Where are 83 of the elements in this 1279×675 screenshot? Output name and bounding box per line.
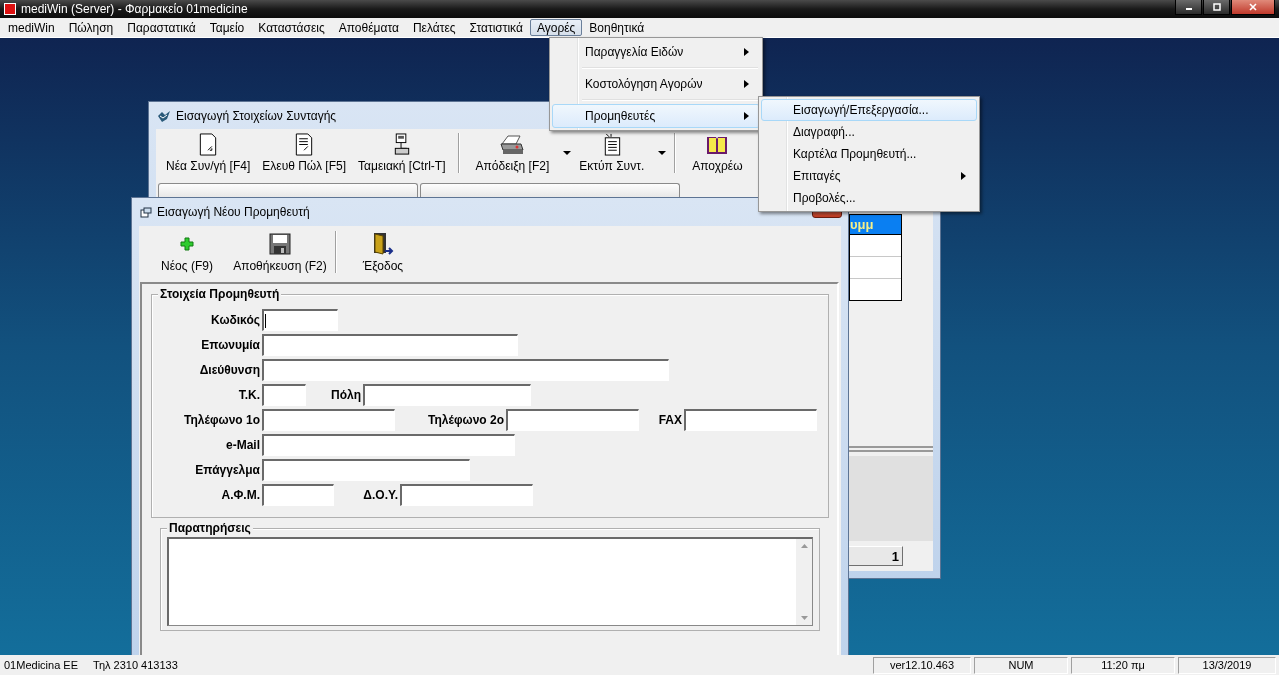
field-label: Επάγγελμα [194,463,261,477]
phone-number: Τηλ 2310 413133 [92,659,178,671]
app-icon [4,3,16,15]
company-name: 01Medicina ΕΕ [3,659,78,671]
document-icon [198,132,219,156]
input-field[interactable] [262,384,306,406]
status-panel: NUM [974,656,1068,674]
dropdown-arrow-icon [658,150,667,155]
close-icon [1249,3,1257,11]
menu-item[interactable]: Προβολές... [761,187,977,209]
menu-item[interactable]: Επιταγές [761,165,977,187]
toolbar-button[interactable]: Απόδειξη [F2] [471,132,572,173]
input-field[interactable] [262,334,518,356]
menu-item[interactable]: Πώληση [61,19,121,36]
input-field[interactable] [262,484,334,506]
toolbar-button[interactable]: Ταμειακή [Ctrl-T] [354,132,450,173]
menu-item[interactable]: Αγορές [529,19,583,36]
toolbar-button[interactable]: Εκτύπ Συντ. [575,132,667,173]
printer-icon [499,133,526,156]
field-label: Α.Φ.Μ. [220,488,261,502]
field-label: Πόλη [330,388,362,402]
menu-item[interactable]: Διαγραφή... [761,121,977,143]
submenu-arrow-icon [744,48,749,56]
input-field[interactable] [684,409,817,431]
input-field[interactable] [506,409,639,431]
maximize-button[interactable] [1203,0,1230,15]
input-field[interactable] [262,434,515,456]
close-button[interactable] [1231,0,1275,15]
menu-item[interactable]: mediWin [1,19,62,36]
menu-item[interactable]: Παραγγελία Ειδών [552,40,760,64]
toolbar-button[interactable]: Έξοδος [349,231,417,273]
status-panel: 11:20 πμ [1071,656,1175,674]
notes-field[interactable] [167,537,813,626]
window-title: Εισαγωγή Νέου Προμηθευτή [157,205,310,219]
document-icon [294,132,315,156]
exit-door-icon [372,232,394,256]
field-label: Τ.Κ. [237,388,261,402]
input-field[interactable] [363,384,531,406]
window-title: Εισαγωγή Στοιχείων Συνταγής [176,108,337,123]
toolbar-button[interactable]: Αποθήκευση (F2) [225,231,335,273]
field-label: Διεύθυνση [198,363,261,377]
group-title: Παρατηρήσεις [167,521,253,536]
field-label: Τηλέφωνο 2ο [427,413,505,427]
toolbar-button[interactable]: Αποχρέω [688,132,747,173]
input-field[interactable] [262,359,669,381]
counter-field: 1 [849,546,903,566]
field-label: Τηλέφωνο 1ο [183,413,261,427]
submenu-arrow-icon [961,172,966,180]
status-panel: 13/3/2019 [1178,656,1276,674]
input-field[interactable] [262,409,395,431]
menu-item[interactable]: Πελάτες [405,19,463,36]
toolbar-button[interactable]: Ελευθ Πώλ [F5] [258,132,351,173]
field-label: FAX [657,413,683,427]
maximize-icon [1212,3,1221,11]
input-field[interactable] [262,459,470,481]
field-label: Δ.Ο.Υ. [362,488,399,502]
menu-item[interactable]: Καταστάσεις [251,19,332,36]
window-title: mediWin (Server) - Φαρμακείο 01medicine [21,2,248,16]
input-field[interactable] [262,309,338,331]
menu-item[interactable]: Παραστατικά [120,19,203,36]
submenu-arrow-icon [744,112,749,120]
submenu-arrow-icon [744,80,749,88]
toolbar-button[interactable]: Νέος (F9) [149,231,225,273]
minimize-button[interactable] [1175,0,1202,15]
input-field[interactable] [400,484,533,506]
field-label: Κωδικός [210,313,261,327]
menu-item[interactable]: Ταμείο [202,19,252,36]
menu-item[interactable]: Εισαγωγή/Επεξεργασία... [761,99,977,121]
window-icon [140,206,152,218]
field-label: e-Mail [225,438,261,452]
window-icon [157,109,171,122]
menu-item[interactable]: Αποθέματα [331,19,406,36]
group-title: Στοιχεία Προμηθευτή [158,287,282,302]
field-label: Επωνυμία [200,338,261,352]
menu-item[interactable]: Καρτέλα Προμηθευτή... [761,143,977,165]
toolbar-button[interactable]: Νέα Συν/γή [F4] [162,132,255,173]
menu-item[interactable]: Στατιστικά [462,19,530,36]
menu-item[interactable]: Κοστολόγηση Αγορών [552,72,760,96]
status-panel: ver12.10.463 [873,656,971,674]
plus-icon [180,237,194,251]
dropdown-arrow-icon [563,150,572,155]
menu-item[interactable]: Προμηθευτές [552,104,760,128]
menu-item[interactable]: Βοηθητικά [582,19,652,36]
